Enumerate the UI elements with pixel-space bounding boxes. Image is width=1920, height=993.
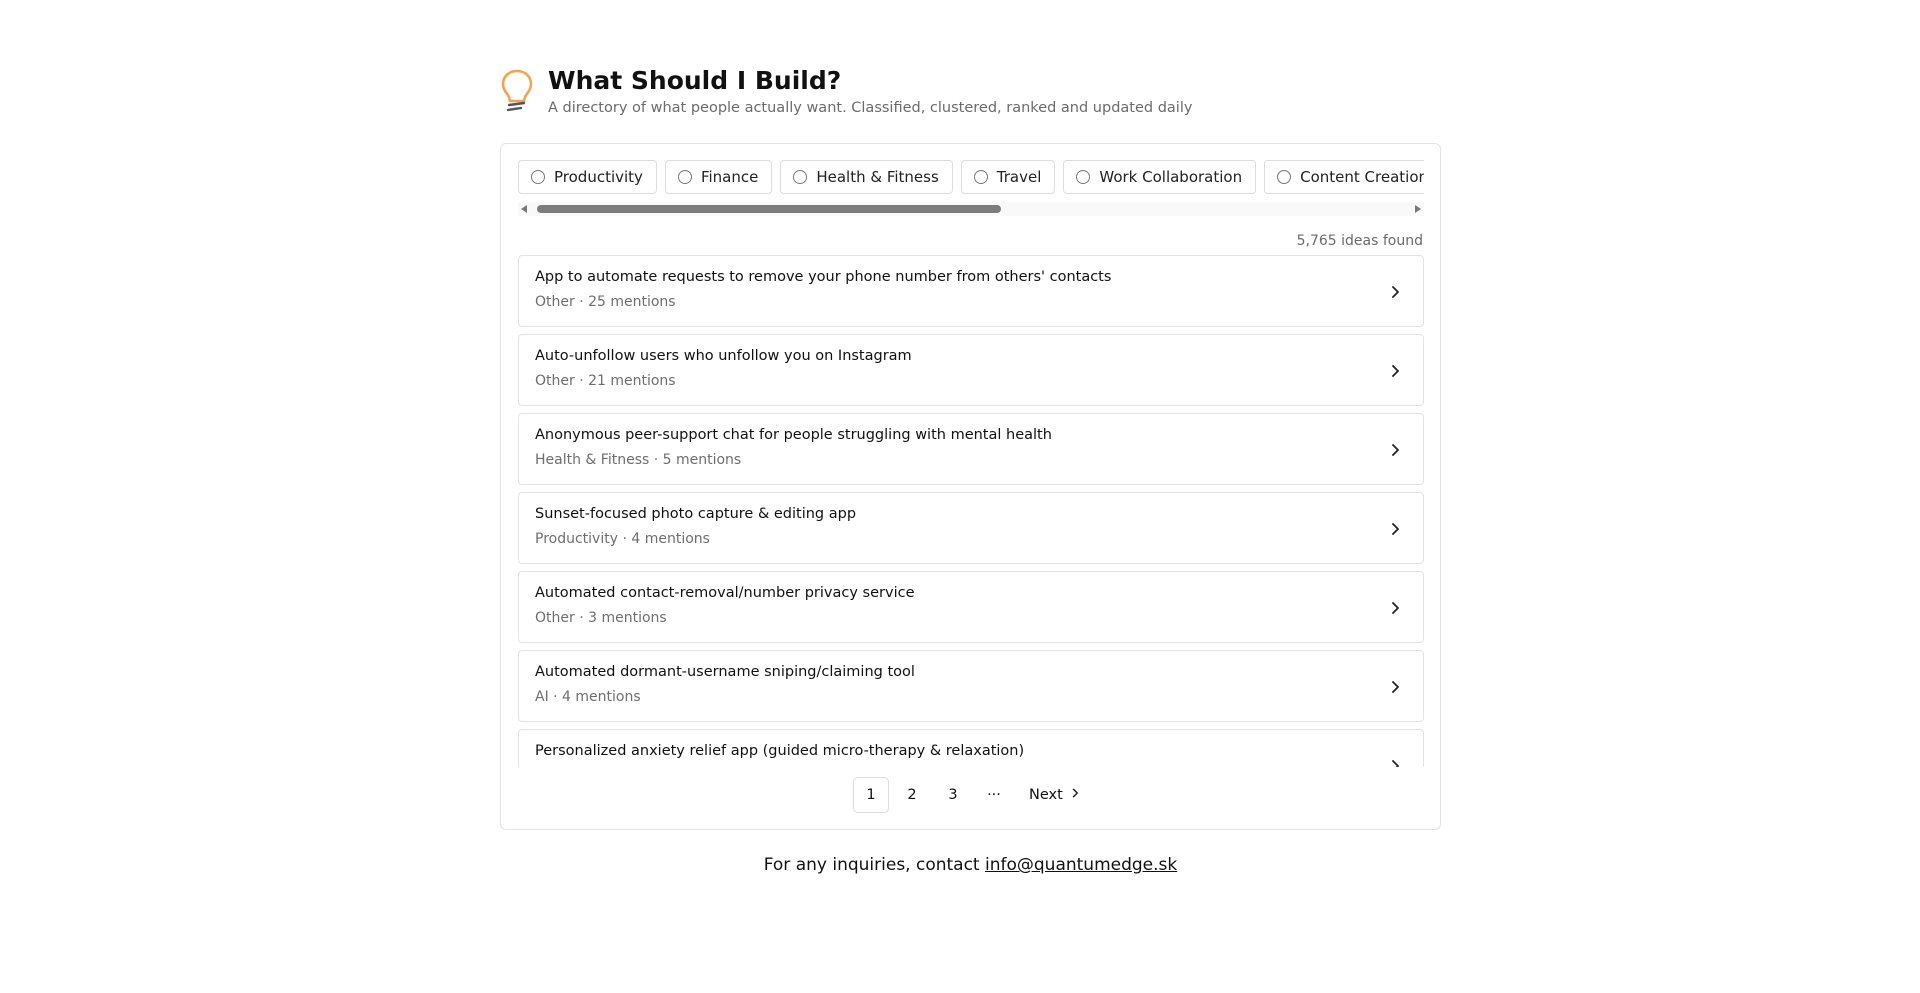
category-chip-finance[interactable]: Finance xyxy=(664,160,773,194)
scroll-left-icon[interactable] xyxy=(521,205,527,213)
idea-list-item[interactable]: Auto-unfollow users who unfollow you on … xyxy=(518,334,1424,406)
category-label: Content Creation xyxy=(1300,168,1424,186)
idea-list-item[interactable]: Automated dormant-username sniping/claim… xyxy=(518,650,1424,722)
idea-title: Anonymous peer-support chat for people s… xyxy=(535,427,1052,443)
chevron-right-icon xyxy=(1063,787,1081,803)
idea-meta: Other · 25 mentions xyxy=(535,294,676,310)
radio-icon[interactable] xyxy=(973,170,988,184)
idea-title: App to automate requests to remove your … xyxy=(535,269,1112,285)
next-label: Next xyxy=(1029,787,1063,803)
scroll-right-icon[interactable] xyxy=(1415,205,1421,213)
next-page-button[interactable]: Next xyxy=(1021,777,1089,813)
chevron-right-icon xyxy=(1387,363,1403,379)
chevron-right-icon xyxy=(1387,442,1403,458)
category-label: Productivity xyxy=(554,168,643,186)
idea-title: Automated contact-removal/number privacy… xyxy=(535,585,915,601)
category-chip-health-and-fitness[interactable]: Health & Fitness xyxy=(780,160,953,194)
idea-title: Auto-unfollow users who unfollow you on … xyxy=(535,348,912,364)
scrollbar-thumb[interactable] xyxy=(537,205,1001,213)
chevron-right-icon xyxy=(1387,521,1403,537)
page-3-button[interactable]: 3 xyxy=(935,777,971,813)
page-header: What Should I Build? A directory of what… xyxy=(500,66,1260,126)
idea-meta: AI · 4 mentions xyxy=(535,689,641,705)
ideas-card: Productivity Finance Health & Fitness Trave… xyxy=(500,143,1441,830)
idea-meta: Productivity · 4 mentions xyxy=(535,531,710,547)
radio-icon[interactable] xyxy=(531,170,545,184)
idea-title: Sunset-focused photo capture & editing a… xyxy=(535,506,857,522)
category-chip-travel[interactable]: Travel xyxy=(960,160,1056,194)
page-2-button[interactable]: 2 xyxy=(894,777,930,813)
contact-email-link[interactable]: info@quantumedge.sk xyxy=(985,855,1177,875)
radio-icon[interactable] xyxy=(793,170,808,184)
category-chip-work-collaboration[interactable]: Work Collaboration xyxy=(1063,160,1257,194)
results-count: 5,765 ideas found xyxy=(1296,233,1423,249)
radio-icon[interactable] xyxy=(1277,170,1292,184)
idea-meta: Other · 21 mentions xyxy=(535,373,676,389)
chevron-right-icon xyxy=(1387,284,1403,300)
page-subtitle: A directory of what people actually want… xyxy=(548,100,1193,116)
idea-list-item[interactable]: Sunset-focused photo capture & editing a… xyxy=(518,492,1424,564)
category-label: Work Collaboration xyxy=(1099,168,1243,186)
footer-text: For any inquiries, contact xyxy=(763,855,985,875)
idea-list-item[interactable]: Automated contact-removal/number privacy… xyxy=(518,571,1424,643)
category-chip-productivity[interactable]: Productivity xyxy=(518,160,657,194)
idea-list-item[interactable]: App to automate requests to remove your … xyxy=(518,255,1424,327)
category-label: Finance xyxy=(700,168,759,186)
idea-meta: Other · 3 mentions xyxy=(535,610,667,626)
chevron-right-icon xyxy=(1387,600,1403,616)
radio-icon[interactable] xyxy=(677,170,692,184)
category-scrollbar[interactable] xyxy=(518,202,1424,216)
page-1-button[interactable]: 1 xyxy=(853,777,889,813)
idea-list-item[interactable]: Personalized anxiety relief app (guided … xyxy=(518,729,1424,767)
idea-title: Automated dormant-username sniping/claim… xyxy=(535,664,915,680)
page-title: What Should I Build? xyxy=(548,66,842,95)
category-chip-content-creation[interactable]: Content Creation xyxy=(1264,160,1424,194)
lightbulb-icon xyxy=(501,69,533,112)
idea-list-item[interactable]: Anonymous peer-support chat for people s… xyxy=(518,413,1424,485)
radio-icon[interactable] xyxy=(1076,170,1091,184)
chevron-right-icon xyxy=(1387,758,1403,767)
ideas-list: App to automate requests to remove your … xyxy=(518,255,1424,767)
category-label: Health & Fitness xyxy=(816,168,939,186)
category-filter-bar: Productivity Finance Health & Fitness Trave… xyxy=(518,160,1424,196)
idea-title: Personalized anxiety relief app (guided … xyxy=(535,743,1025,759)
pagination: 1 2 3 ··· Next xyxy=(853,777,1094,813)
category-label: Travel xyxy=(996,168,1042,186)
idea-meta: Health & Fitness · 5 mentions xyxy=(535,452,742,468)
pagination-ellipsis: ··· xyxy=(987,787,1001,803)
footer: For any inquiries, contact info@quantume… xyxy=(0,855,1920,875)
chevron-right-icon xyxy=(1387,679,1403,695)
